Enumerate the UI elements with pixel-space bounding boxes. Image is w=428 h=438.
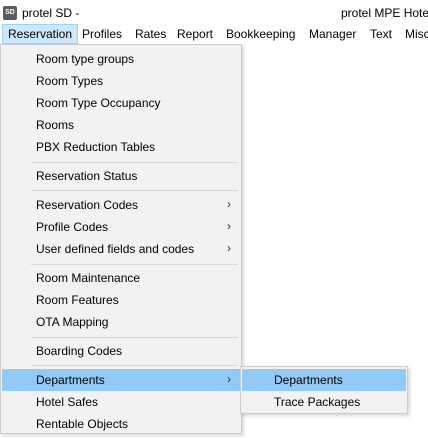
menu-item-room-type-groups[interactable]: Room type groups [2,48,240,70]
menu-reservation[interactable]: Reservation [2,24,79,44]
menu-separator [31,190,238,191]
menu-item-label: Boarding Codes [36,344,123,358]
menu-profiles[interactable]: Profiles [82,24,122,44]
menu-item-ota-mapping[interactable]: OTA Mapping [2,311,240,333]
menu-item-label: Profile Codes [36,220,109,234]
menu-item-label: Reservation Status [36,169,138,183]
menu-item-profile-codes[interactable]: Profile Codes › [2,216,240,238]
menu-item-room-features[interactable]: Room Features [2,289,240,311]
menu-item-label: OTA Mapping [36,315,109,329]
menu-item-label: Room Types [36,74,104,88]
menu-item-boarding-codes[interactable]: Boarding Codes [2,340,240,362]
reservation-dropdown-menu: Room type groups Room Types Room Type Oc… [0,44,242,434]
window-title-hotel: protel MPE Hote [341,6,428,20]
menu-item-label: Room type groups [36,52,135,66]
menu-item-label: Rooms [36,118,75,132]
menu-misc[interactable]: Misc [405,24,428,44]
menu-rates[interactable]: Rates [135,24,166,44]
title-bar: SD protel SD - protel MPE Hote [0,0,428,24]
menu-item-reservation-status[interactable]: Reservation Status [2,165,240,187]
app-icon: SD [3,6,17,20]
menu-item-label: Departments [274,373,343,387]
menu-item-label: Room Maintenance [36,271,141,285]
menu-item-label: Reservation Codes [36,198,139,212]
menu-item-user-defined-fields[interactable]: User defined fields and codes › [2,238,240,260]
chevron-right-icon: › [227,372,231,386]
menu-item-label: Departments [36,373,105,387]
menu-report[interactable]: Report [177,24,213,44]
menu-item-rentable-objects[interactable]: Rentable Objects [2,413,240,435]
chevron-right-icon: › [227,241,231,255]
departments-submenu: Departments Trace Packages [240,366,408,414]
menu-manager[interactable]: Manager [309,24,356,44]
menu-item-room-types[interactable]: Room Types [2,70,240,92]
menu-text[interactable]: Text [370,24,392,44]
chevron-right-icon: › [227,219,231,233]
menu-item-label: Rentable Objects [36,417,129,431]
menu-item-label: Hotel Safes [36,395,99,409]
menu-item-rooms[interactable]: Rooms [2,114,240,136]
menu-separator [31,337,238,338]
menu-item-label: Room Type Occupancy [36,96,161,110]
menu-item-pbx-reduction-tables[interactable]: PBX Reduction Tables [2,136,240,158]
menu-item-label: Room Features [36,293,119,307]
menu-item-hotel-safes[interactable]: Hotel Safes [2,391,240,413]
menu-separator [31,365,238,366]
menu-item-departments[interactable]: Departments › [2,369,240,391]
menu-bar: Reservation Profiles Rates Report Bookke… [0,24,428,44]
menu-separator [31,162,238,163]
submenu-item-trace-packages[interactable]: Trace Packages [242,391,406,413]
menu-item-label: Trace Packages [274,395,361,409]
chevron-right-icon: › [227,197,231,211]
menu-item-reservation-codes[interactable]: Reservation Codes › [2,194,240,216]
menu-bookkeeping[interactable]: Bookkeeping [226,24,295,44]
menu-item-label: User defined fields and codes [36,242,195,256]
menu-item-room-type-occupancy[interactable]: Room Type Occupancy [2,92,240,114]
menu-item-label: PBX Reduction Tables [36,140,156,154]
submenu-item-departments[interactable]: Departments [242,369,406,391]
window-title: protel SD - [22,6,80,20]
menu-item-room-maintenance[interactable]: Room Maintenance [2,267,240,289]
menu-separator [31,264,238,265]
